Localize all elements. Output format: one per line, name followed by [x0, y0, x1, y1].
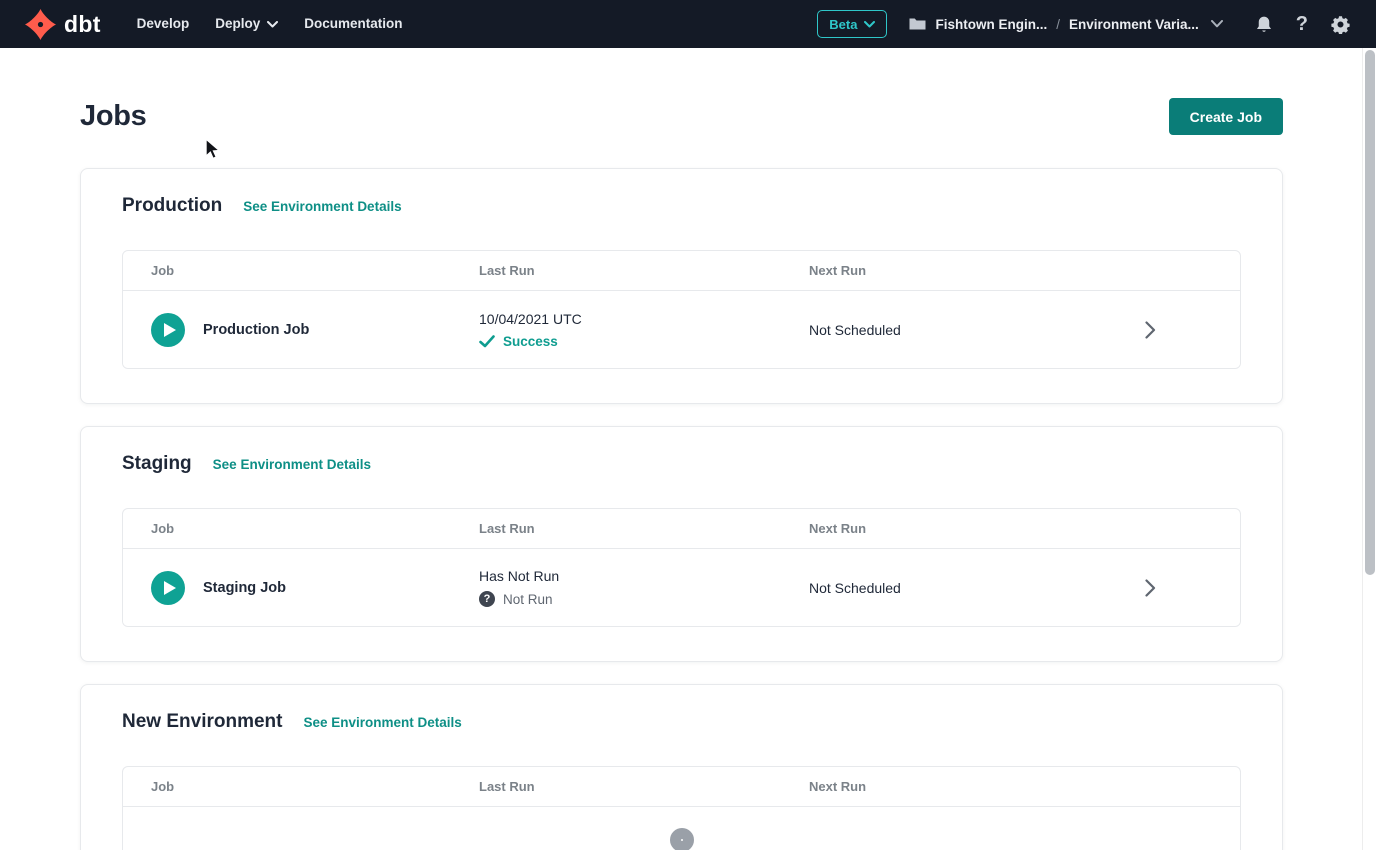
column-header-next-run: Next Run: [809, 263, 1060, 278]
empty-state-icon: [670, 828, 694, 850]
settings-gear-icon[interactable]: [1331, 15, 1350, 34]
beta-label: Beta: [829, 17, 857, 32]
vertical-scrollbar[interactable]: [1362, 48, 1376, 850]
check-icon: [479, 335, 495, 348]
chevron-down-icon: [864, 21, 875, 28]
jobs-table: Job Last Run Next Run Staging Job Has No…: [122, 508, 1241, 627]
column-header-next-run: Next Run: [809, 521, 1060, 536]
job-name: Staging Job: [203, 580, 286, 596]
chevron-right-icon[interactable]: [1145, 579, 1156, 597]
last-run-date: Has Not Run: [479, 568, 809, 584]
help-glyph: ?: [1296, 14, 1308, 34]
dbt-logo-text: dbt: [64, 11, 101, 38]
nav-item-develop[interactable]: Develop: [137, 0, 190, 48]
nav-item-label: Documentation: [304, 0, 402, 48]
breadcrumb-separator: /: [1056, 17, 1060, 32]
column-header-last-run: Last Run: [479, 779, 809, 794]
nav-icon-group: ?: [1255, 14, 1350, 34]
nav-item-documentation[interactable]: Documentation: [304, 0, 402, 48]
page-header: Jobs Create Job: [80, 98, 1283, 135]
page-title: Jobs: [80, 100, 147, 133]
environment-card-production: Production See Environment Details Job L…: [80, 168, 1283, 404]
nav-item-label: Develop: [137, 0, 190, 48]
environment-name: New Environment: [122, 711, 282, 733]
dbt-logo-icon: [24, 8, 57, 41]
chevron-down-icon: [1211, 20, 1223, 28]
job-name: Production Job: [203, 322, 309, 338]
dbt-logo[interactable]: dbt: [24, 8, 101, 41]
run-job-play-button[interactable]: [151, 571, 185, 605]
last-run-date: 10/04/2021 UTC: [479, 311, 809, 327]
chevron-down-icon: [267, 21, 278, 28]
breadcrumb-page[interactable]: Environment Varia...: [1069, 17, 1199, 32]
beta-dropdown-button[interactable]: Beta: [817, 10, 887, 38]
column-header-next-run: Next Run: [809, 779, 1060, 794]
jobs-table: Job Last Run Next Run: [122, 766, 1241, 850]
create-job-button[interactable]: Create Job: [1169, 98, 1283, 135]
see-environment-details-link[interactable]: See Environment Details: [213, 457, 371, 472]
column-header-job: Job: [123, 779, 479, 794]
nav-item-label: Deploy: [215, 0, 260, 48]
environment-name: Production: [122, 195, 222, 217]
run-job-play-button[interactable]: [151, 313, 185, 347]
question-circle-icon: ?: [479, 591, 495, 607]
see-environment-details-link[interactable]: See Environment Details: [243, 199, 401, 214]
run-status-label: Success: [503, 334, 558, 349]
environment-name: Staging: [122, 453, 192, 475]
table-header-row: Job Last Run Next Run: [123, 509, 1240, 549]
scrollbar-thumb[interactable]: [1365, 50, 1375, 575]
job-row-production[interactable]: Production Job 10/04/2021 UTC Success No…: [123, 291, 1240, 368]
table-header-row: Job Last Run Next Run: [123, 251, 1240, 291]
breadcrumb[interactable]: Fishtown Engin... / Environment Varia...: [909, 17, 1222, 32]
jobs-page: Jobs Create Job Production See Environme…: [0, 48, 1362, 850]
main-menu: Develop Deploy Documentation: [137, 0, 403, 48]
environment-card-new-environment: New Environment See Environment Details …: [80, 684, 1283, 850]
run-status: Success: [479, 334, 809, 349]
nav-item-deploy[interactable]: Deploy: [215, 0, 278, 48]
next-run-value: Not Scheduled: [809, 580, 1060, 596]
run-status-label: Not Run: [503, 592, 553, 607]
job-row-staging[interactable]: Staging Job Has Not Run ? Not Run Not Sc…: [123, 549, 1240, 626]
play-icon: [164, 323, 176, 337]
empty-jobs-state: [123, 807, 1240, 850]
chevron-right-icon[interactable]: [1145, 321, 1156, 339]
folder-icon: [909, 17, 926, 31]
column-header-last-run: Last Run: [479, 263, 809, 278]
top-nav: dbt Develop Deploy Documentation Beta: [0, 0, 1376, 48]
jobs-table: Job Last Run Next Run Production Job 10/…: [122, 250, 1241, 369]
column-header-job: Job: [123, 263, 479, 278]
play-icon: [164, 581, 176, 595]
column-header-job: Job: [123, 521, 479, 536]
next-run-value: Not Scheduled: [809, 322, 1060, 338]
see-environment-details-link[interactable]: See Environment Details: [303, 715, 461, 730]
table-header-row: Job Last Run Next Run: [123, 767, 1240, 807]
environment-card-staging: Staging See Environment Details Job Last…: [80, 426, 1283, 662]
help-icon[interactable]: ?: [1296, 14, 1308, 34]
notifications-bell-icon[interactable]: [1255, 15, 1273, 34]
breadcrumb-project[interactable]: Fishtown Engin...: [935, 17, 1047, 32]
column-header-last-run: Last Run: [479, 521, 809, 536]
run-status: ? Not Run: [479, 591, 809, 607]
